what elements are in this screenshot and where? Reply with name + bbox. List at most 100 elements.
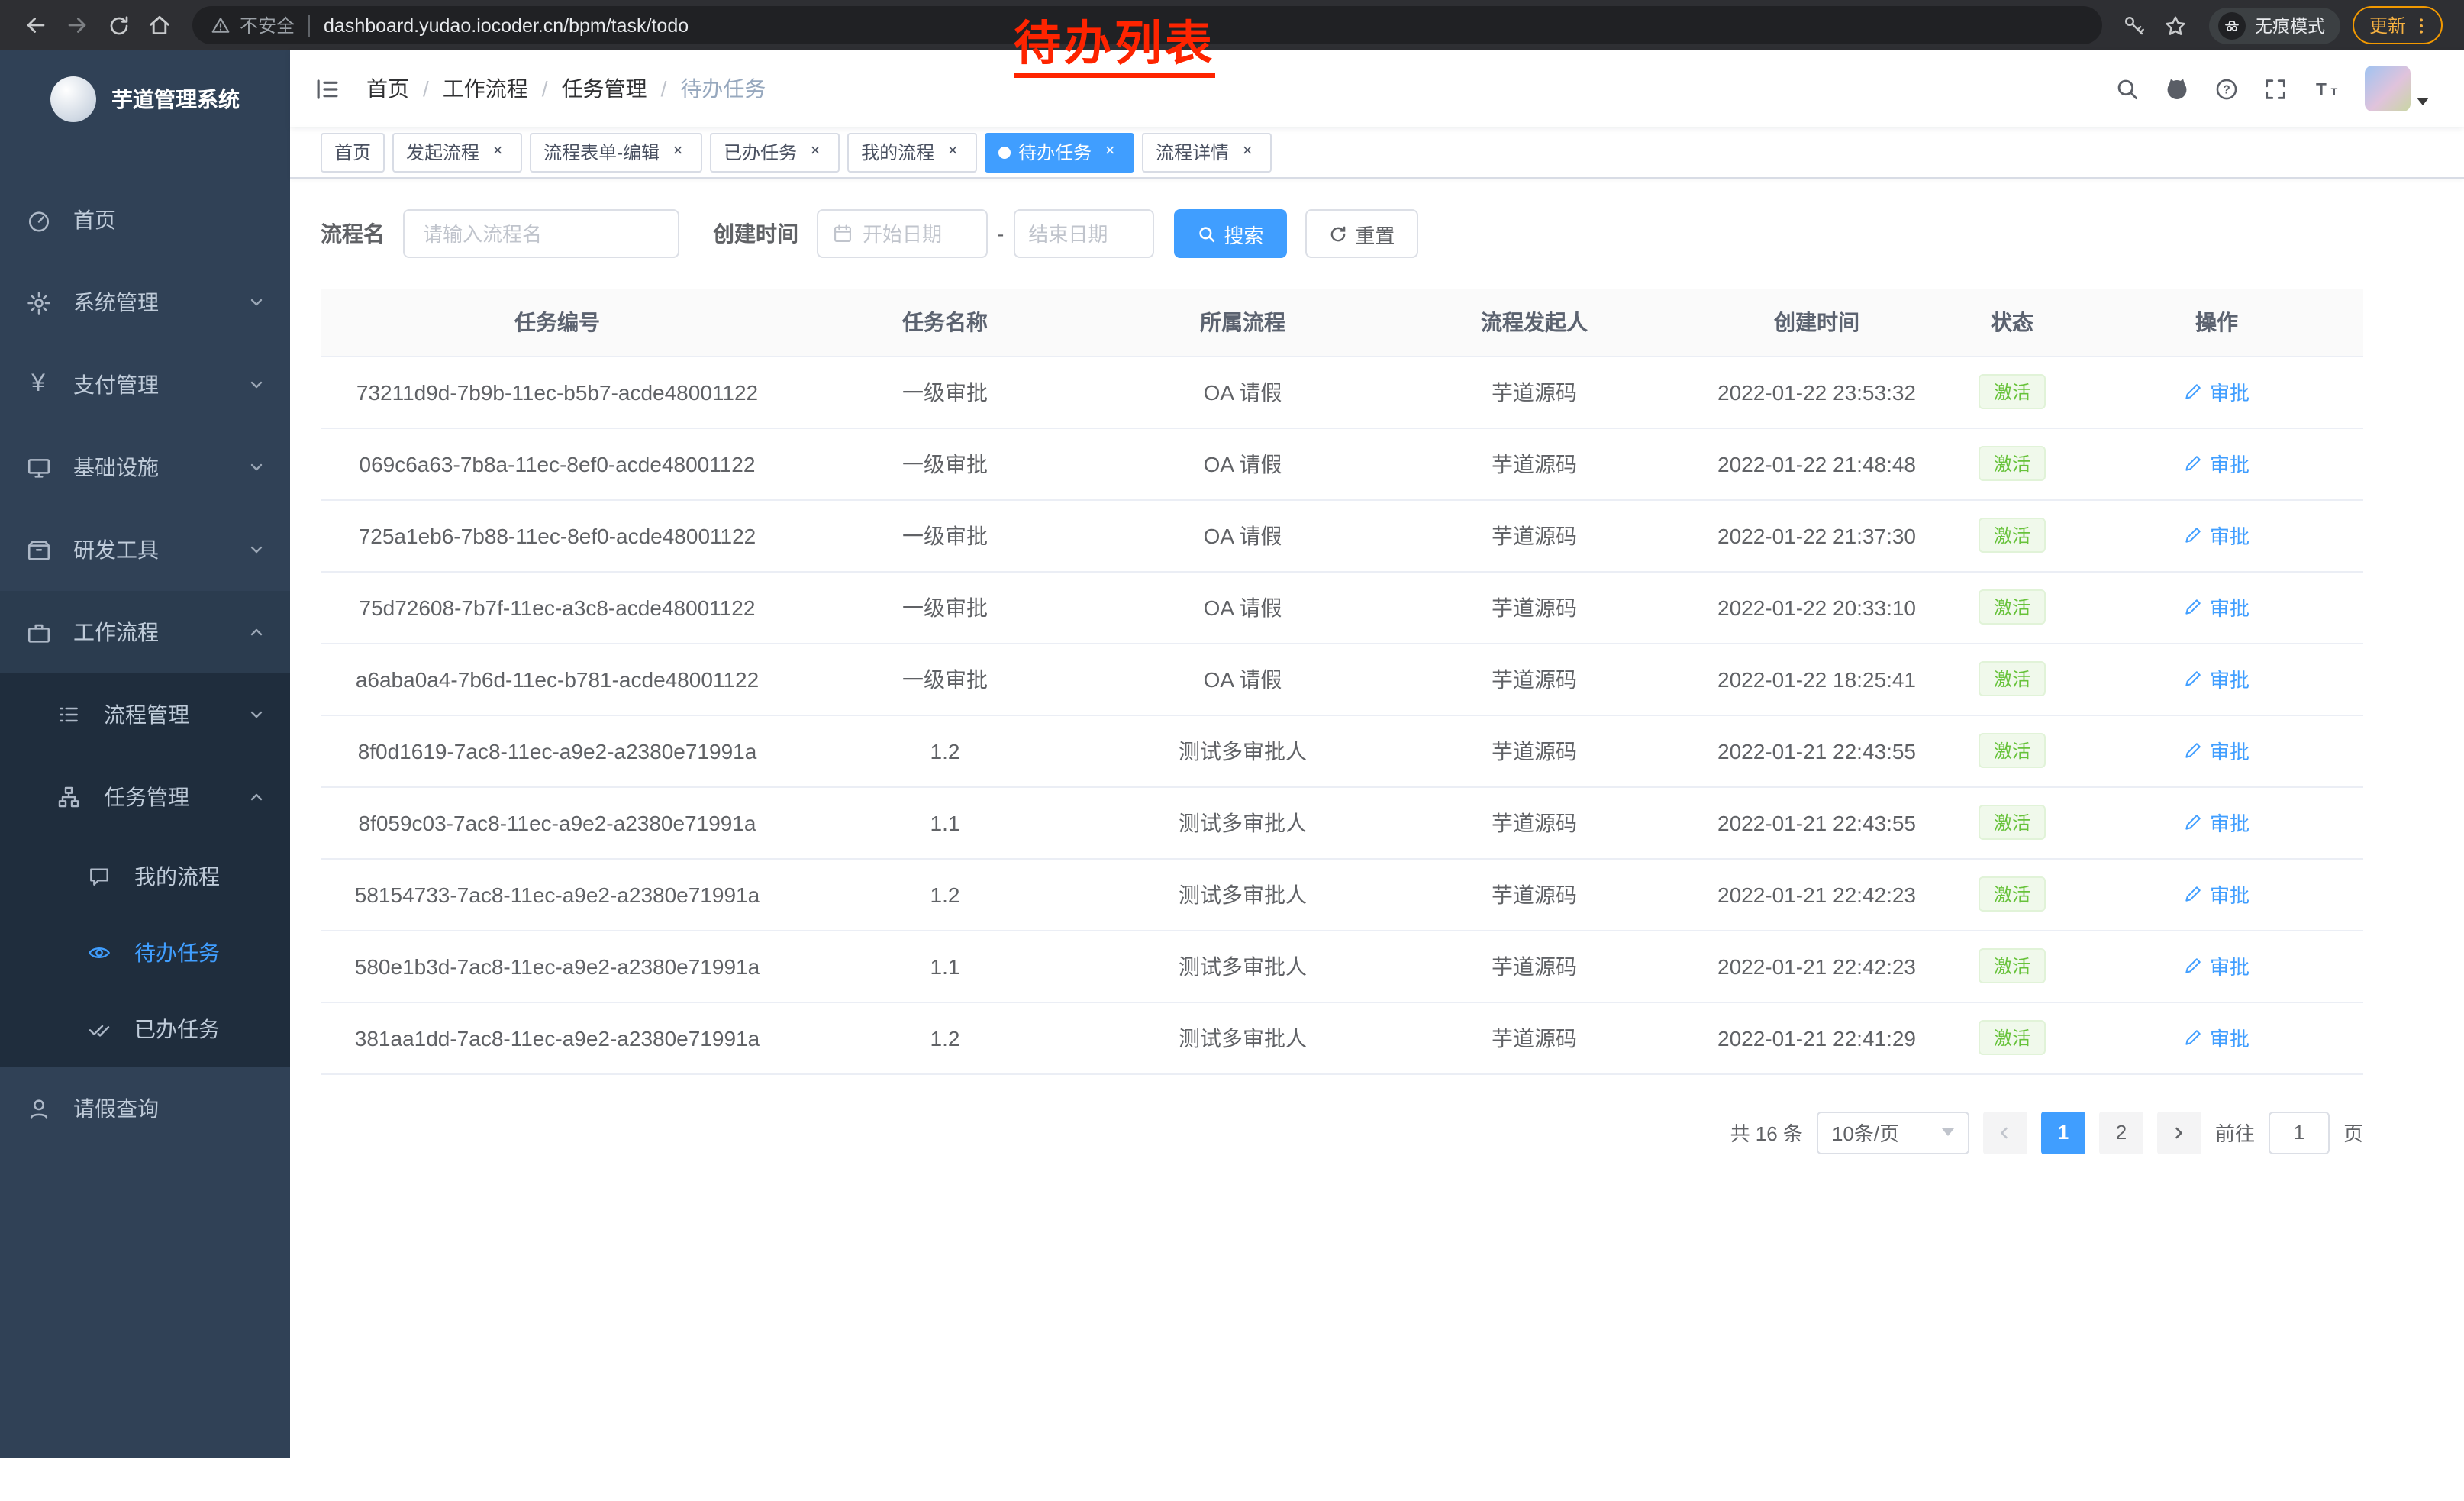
cell-task-id: 725a1eb6-7b88-11ec-8ef0-acde48001122 — [321, 499, 794, 571]
approve-link[interactable]: 审批 — [2184, 1023, 2250, 1052]
cell-starter: 芋道源码 — [1389, 499, 1679, 571]
process-name-input[interactable] — [403, 209, 679, 258]
kebab-menu-icon — [2411, 15, 2432, 36]
security-warning-icon[interactable] — [211, 15, 231, 35]
sidebar-item-home[interactable]: 首页 — [0, 179, 290, 261]
end-date-input[interactable] — [1028, 222, 1138, 245]
approve-link[interactable]: 审批 — [2184, 377, 2250, 406]
svg-text:?: ? — [2223, 83, 2230, 96]
cell-create-time: 2022-01-21 22:42:23 — [1679, 858, 1954, 930]
page-button-1[interactable]: 1 — [2041, 1111, 2085, 1154]
approve-link[interactable]: 审批 — [2184, 808, 2250, 837]
status-badge: 激活 — [1979, 1020, 2046, 1055]
password-key-icon[interactable] — [2114, 5, 2156, 46]
user-avatar[interactable] — [2365, 66, 2411, 111]
tag-close-icon[interactable]: × — [942, 141, 963, 163]
cell-create-time: 2022-01-21 22:42:23 — [1679, 930, 1954, 1002]
browser-home-icon[interactable] — [139, 5, 180, 46]
github-icon[interactable] — [2163, 75, 2191, 102]
sidebar-item-my-process[interactable]: 我的流程 — [0, 838, 290, 915]
sidebar-item-task-mgmt[interactable]: 任务管理 — [0, 756, 290, 838]
status-badge: 激活 — [1979, 948, 2046, 983]
cell-actions: 审批 — [2070, 428, 2363, 499]
sidebar-item-leave-query[interactable]: 请假查询 — [0, 1067, 290, 1150]
start-date-input[interactable] — [863, 222, 972, 245]
pen-icon — [2184, 669, 2204, 689]
cell-actions: 审批 — [2070, 858, 2363, 930]
sidebar-item-infra[interactable]: 基础设施 — [0, 426, 290, 508]
sidebar-logo[interactable]: 芋道管理系统 — [0, 50, 290, 148]
sidebar-item-workflow[interactable]: 工作流程 — [0, 591, 290, 673]
tag-close-icon[interactable]: × — [805, 141, 826, 163]
tag-close-icon[interactable]: × — [667, 141, 689, 163]
end-date-picker[interactable] — [1013, 209, 1153, 258]
font-size-icon[interactable]: TT — [2311, 76, 2342, 102]
page-button-2[interactable]: 2 — [2099, 1111, 2143, 1154]
prev-page-button[interactable] — [1983, 1111, 2027, 1154]
fullscreen-icon[interactable] — [2262, 76, 2288, 102]
sidebar-collapse-icon[interactable] — [313, 74, 342, 103]
user-menu[interactable] — [2365, 66, 2429, 111]
help-icon[interactable]: ? — [2214, 76, 2240, 102]
approve-link[interactable]: 审批 — [2184, 449, 2250, 478]
page-size-select[interactable]: 10条/页 — [1817, 1111, 1969, 1154]
sidebar-item-todo-task[interactable]: 待办任务 — [0, 915, 290, 991]
sidebar-item-system[interactable]: 系统管理 — [0, 261, 290, 344]
browser-refresh-icon[interactable] — [98, 5, 139, 46]
approve-link[interactable]: 审批 — [2184, 951, 2250, 980]
total-count: 共 16 条 — [1730, 1118, 1803, 1147]
breadcrumb-task-mgmt[interactable]: 任务管理 — [562, 73, 647, 104]
tag[interactable]: 我的流程 × — [847, 132, 977, 172]
cell-process: OA 请假 — [1096, 356, 1389, 428]
tag-close-icon[interactable]: × — [1237, 141, 1258, 163]
approve-link[interactable]: 审批 — [2184, 880, 2250, 909]
browser-update-button[interactable]: 更新 — [2353, 6, 2443, 44]
bookmark-star-icon[interactable] — [2156, 5, 2197, 46]
goto-page-input[interactable] — [2269, 1111, 2330, 1154]
pen-icon — [2184, 454, 2204, 473]
tag-close-icon[interactable]: × — [1099, 141, 1121, 163]
approve-link[interactable]: 审批 — [2184, 592, 2250, 621]
breadcrumb-separator: / — [661, 76, 667, 101]
cell-create-time: 2022-01-21 22:43:55 — [1679, 786, 1954, 858]
sidebar-item-payment[interactable]: ¥ 支付管理 — [0, 344, 290, 426]
table-row: 069c6a63-7b8a-11ec-8ef0-acde48001122 一级审… — [321, 428, 2363, 499]
tag[interactable]: 发起流程 × — [392, 132, 522, 172]
approve-link[interactable]: 审批 — [2184, 736, 2250, 765]
search-icon[interactable] — [2114, 76, 2140, 102]
search-button[interactable]: 搜索 — [1173, 209, 1286, 258]
select-caret-icon — [1942, 1128, 1954, 1136]
task-mgmt-submenu: 我的流程 待办任务 已办任务 — [0, 838, 290, 1067]
logo-avatar — [50, 76, 96, 122]
user-menu-caret-icon[interactable] — [2417, 98, 2429, 105]
breadcrumb-home[interactable]: 首页 — [366, 73, 409, 104]
sidebar-item-label: 待办任务 — [134, 938, 220, 968]
approve-link[interactable]: 审批 — [2184, 664, 2250, 693]
cell-create-time: 2022-01-22 18:25:41 — [1679, 643, 1954, 715]
approve-link[interactable]: 审批 — [2184, 521, 2250, 550]
update-label: 更新 — [2369, 12, 2406, 38]
sidebar-item-done-task[interactable]: 已办任务 — [0, 991, 290, 1067]
tag[interactable]: 首页 × — [321, 132, 385, 172]
sidebar-item-process-mgmt[interactable]: 流程管理 — [0, 673, 290, 756]
cell-status: 激活 — [1954, 643, 2070, 715]
breadcrumb-workflow[interactable]: 工作流程 — [443, 73, 528, 104]
tag[interactable]: 流程表单-编辑 × — [530, 132, 702, 172]
pen-icon — [2184, 741, 2204, 760]
tag[interactable]: 流程详情 × — [1142, 132, 1272, 172]
table-row: 725a1eb6-7b88-11ec-8ef0-acde48001122 一级审… — [321, 499, 2363, 571]
cell-task-id: 381aa1dd-7ac8-11ec-a9e2-a2380e71991a — [321, 1002, 794, 1073]
sidebar-item-devtools[interactable]: 研发工具 — [0, 508, 290, 591]
browser-forward-icon[interactable] — [56, 5, 98, 46]
screen: 不安全 dashboard.yudao.iocoder.cn/bpm/task/… — [0, 0, 2464, 1501]
start-date-picker[interactable] — [817, 209, 988, 258]
tag[interactable]: 待办任务 × — [985, 132, 1134, 172]
sidebar-item-label: 流程管理 — [104, 699, 189, 730]
browser-back-icon[interactable] — [15, 5, 56, 46]
app-window: 芋道管理系统 首页 系统管理 — [0, 50, 2464, 1458]
tag[interactable]: 已办任务 × — [710, 132, 840, 172]
next-page-button[interactable] — [2157, 1111, 2201, 1154]
active-dot — [998, 146, 1011, 158]
reset-button[interactable]: 重置 — [1305, 209, 1417, 258]
tag-close-icon[interactable]: × — [487, 141, 508, 163]
